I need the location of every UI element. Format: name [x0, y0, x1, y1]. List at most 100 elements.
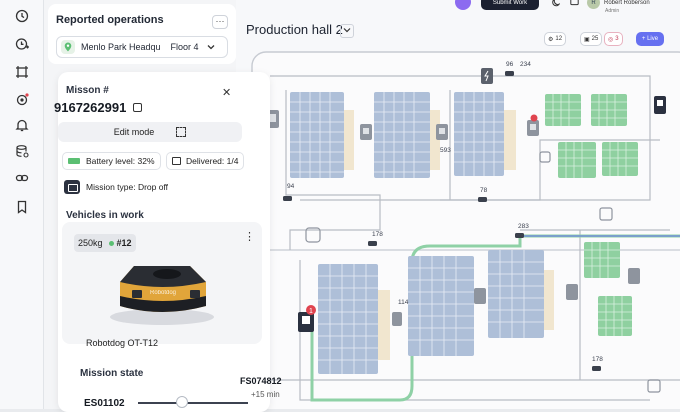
location-select[interactable]: Menlo Park Headqu Floor 4: [56, 36, 228, 58]
distance-label: 234: [520, 61, 531, 68]
alert-badge[interactable]: 1: [306, 305, 316, 315]
crop-icon[interactable]: [14, 64, 30, 80]
rack-blue-5[interactable]: [408, 256, 474, 356]
location-name: Menlo Park Headqu: [81, 42, 161, 52]
bell-icon[interactable]: [14, 117, 30, 133]
robot-marker[interactable]: [592, 366, 601, 371]
rack-blue-6[interactable]: [488, 250, 544, 338]
rack-shadow: [378, 290, 390, 360]
mission-number: 9167262991: [54, 100, 127, 115]
docking-station[interactable]: [628, 268, 640, 284]
filter-robots-button[interactable]: ⚙ 12: [544, 32, 567, 46]
robot-body-label: Robotdog: [150, 290, 176, 296]
edit-mode-button[interactable]: Edit mode: [58, 122, 242, 142]
alert-badge-count: 1: [309, 308, 313, 315]
rack-blue-2[interactable]: [374, 92, 430, 178]
online-status-dot: [108, 240, 114, 246]
distance-label: 94: [287, 183, 295, 190]
operations-title: Reported operations: [56, 14, 164, 26]
mission-label: Misson #: [66, 85, 109, 96]
active-robot-station[interactable]: [298, 312, 314, 332]
docking-station[interactable]: [566, 284, 578, 300]
vehicle-weight: 250kg: [78, 238, 103, 248]
page-title: Production hall 2: [246, 22, 343, 37]
hall-select-chevron-icon[interactable]: [340, 24, 354, 38]
robot-marker[interactable]: [478, 197, 487, 202]
alert-dot: [530, 114, 538, 122]
rack-green-2[interactable]: [591, 94, 627, 126]
robot-marker[interactable]: [515, 233, 524, 238]
vehicle-id: #12: [116, 238, 132, 248]
nav-rail: [0, 0, 44, 409]
alert-icon: ◎: [608, 36, 614, 43]
battery-chip: Battery level: 32%: [62, 152, 161, 170]
docking-station[interactable]: [360, 124, 372, 140]
live-button[interactable]: + Live: [636, 32, 664, 46]
submit-work-button[interactable]: Submit Work: [481, 0, 539, 10]
docking-station[interactable]: [527, 120, 539, 136]
bookmark-icon[interactable]: [14, 199, 30, 215]
history-icon[interactable]: [14, 8, 30, 24]
rack-blue-3[interactable]: [454, 92, 504, 176]
chat-icon[interactable]: [570, 0, 579, 9]
active-robot-station[interactable]: [654, 96, 666, 114]
robot-marker[interactable]: [368, 241, 377, 246]
database-icon[interactable]: [14, 143, 30, 159]
rack-green-4[interactable]: [602, 142, 638, 176]
rack-blue-1[interactable]: [290, 92, 344, 178]
close-icon[interactable]: ✕: [222, 86, 231, 99]
mission-type-text: Mission type: Drop off: [86, 182, 169, 192]
copy-icon[interactable]: [133, 103, 142, 112]
vehicle-menu-icon[interactable]: ⋮: [244, 230, 255, 243]
box-icon: [172, 157, 181, 165]
moon-icon[interactable]: [552, 0, 561, 9]
filter-count: 3: [615, 36, 619, 42]
docking-station[interactable]: [436, 124, 448, 140]
charging-station-icon[interactable]: [481, 68, 493, 84]
rack-green-3[interactable]: [558, 142, 596, 178]
rack-green-1[interactable]: [545, 94, 581, 126]
frame-icon: [176, 127, 187, 137]
start-station-code: ES01102: [84, 398, 125, 409]
link-icon[interactable]: [14, 170, 30, 186]
battery-icon: [68, 158, 80, 164]
robot-marker[interactable]: [505, 71, 514, 76]
rack-shadow: [344, 110, 354, 170]
robot-settings-icon[interactable]: [14, 92, 30, 108]
user-name: Robert Roberson: [604, 0, 650, 6]
rack-green-6[interactable]: [598, 296, 632, 336]
more-options-button[interactable]: ···: [212, 15, 228, 29]
filter-count: 25: [591, 36, 599, 42]
mission-state-label: Mission state: [80, 368, 144, 379]
distance-label: 114: [398, 299, 409, 306]
vehicle-weight-badge: 250kg #12: [74, 234, 136, 252]
robot-icon: ⚙: [548, 36, 554, 43]
edit-mode-label: Edit mode: [113, 127, 155, 137]
rack-green-5[interactable]: [584, 242, 620, 278]
user-role: Admin: [605, 8, 620, 14]
delivered-text: Delivered: 1/4: [186, 156, 239, 166]
factory-map[interactable]: 1 96 234 94 593 78 178 283 114 178: [236, 0, 680, 409]
distance-label: 178: [372, 231, 383, 238]
distance-label: 178: [592, 356, 603, 363]
distance-label: 593: [440, 147, 451, 154]
robot-marker[interactable]: [283, 196, 292, 201]
filter-count: 12: [555, 36, 563, 42]
reported-operations-card: Reported operations ··· Menlo Park Headq…: [48, 4, 236, 64]
docking-station[interactable]: [392, 312, 402, 326]
filter-tasks-button[interactable]: ▣ 25: [580, 32, 603, 46]
filter-alerts-button[interactable]: ◎ 3: [604, 32, 623, 46]
chevron-down-icon: [207, 43, 215, 52]
rack-blue-4[interactable]: [318, 264, 378, 374]
clock-plus-icon[interactable]: [14, 36, 30, 52]
floor-value: Floor 4: [170, 42, 199, 52]
vehicle-name: Robotdog OT-T12: [86, 338, 159, 348]
distance-label: 78: [480, 187, 488, 194]
mission-progress-handle[interactable]: [176, 396, 188, 408]
truck-icon: ▣: [584, 36, 590, 43]
vehicles-label: Vehicles in work: [66, 210, 144, 221]
delivered-chip: Delivered: 1/4: [166, 152, 245, 170]
rack-shadow: [544, 270, 554, 330]
distance-label: 96: [506, 61, 514, 68]
docking-station[interactable]: [474, 288, 486, 304]
